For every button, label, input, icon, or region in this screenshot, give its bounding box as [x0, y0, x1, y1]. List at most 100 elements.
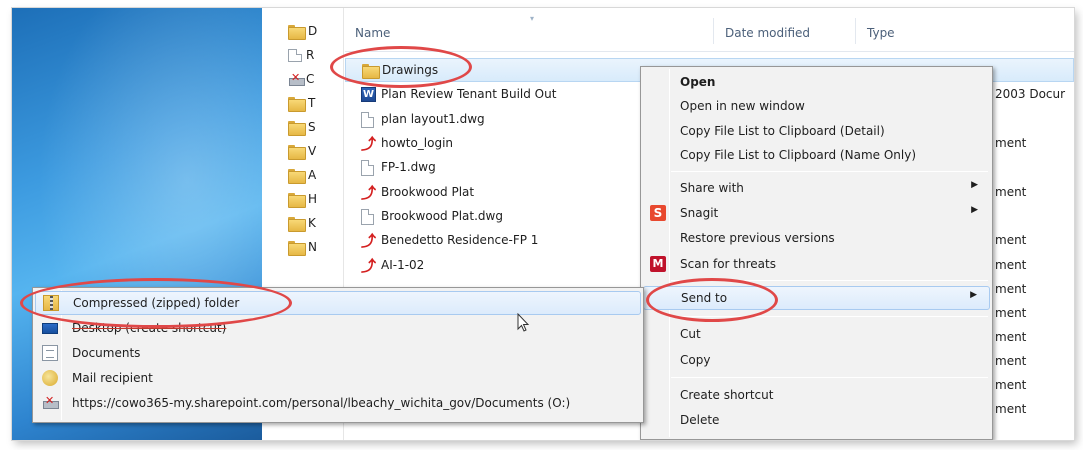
menu-item-label: Snagit	[680, 206, 719, 220]
file-name: Brookwood Plat	[381, 185, 475, 199]
menu-item-label: Restore previous versions	[680, 231, 835, 245]
file-name: FP-1.dwg	[381, 160, 436, 174]
folder-icon	[288, 144, 306, 160]
folder-icon	[288, 192, 306, 208]
column-header: Name Date modified Type ▾	[345, 8, 1074, 52]
folder-icon	[288, 168, 306, 184]
nav-item-h[interactable]: H	[288, 190, 317, 208]
menu-item-label: Desktop (create shortcut)	[72, 321, 227, 335]
menu-item-restore-previous[interactable]: Restore previous versions	[643, 227, 990, 249]
menu-item-copy-list-detail[interactable]: Copy File List to Clipboard (Detail)	[643, 120, 990, 142]
file-icon	[361, 160, 374, 176]
nav-item-v[interactable]: V	[288, 142, 316, 160]
nav-item-label: D	[308, 24, 318, 38]
menu-item-send-to[interactable]: Send to ▶	[643, 286, 990, 310]
file-type: ment	[995, 136, 1027, 150]
send-to-documents[interactable]: Documents	[35, 342, 641, 364]
menu-separator	[671, 171, 988, 172]
nav-item-label: A	[308, 168, 317, 182]
send-to-mail-recipient[interactable]: Mail recipient	[35, 367, 641, 389]
submenu-arrow-icon: ▶	[971, 205, 978, 215]
nav-item-label: T	[308, 96, 316, 110]
menu-item-copy[interactable]: Copy	[643, 349, 990, 371]
nav-item-label: N	[308, 240, 317, 254]
menu-item-label: Mail recipient	[72, 371, 153, 385]
column-type-header[interactable]: Type	[867, 26, 895, 40]
file-name: Drawings	[382, 63, 439, 77]
menu-item-label: Documents	[72, 346, 141, 360]
network-drive-icon	[288, 71, 305, 86]
sort-arrow-icon: ▾	[530, 14, 535, 23]
submenu-arrow-icon: ▶	[971, 180, 978, 190]
file-icon	[361, 209, 374, 225]
menu-item-share-with[interactable]: Share with ▶	[643, 177, 990, 199]
menu-item-scan-threats[interactable]: M Scan for threats	[643, 253, 990, 275]
nav-item-label: R	[306, 48, 315, 62]
menu-item-label: Share with	[680, 181, 744, 195]
nav-item-c[interactable]: C	[288, 70, 314, 88]
menu-item-label: Open	[680, 75, 716, 89]
mcafee-icon: M	[650, 256, 666, 272]
folder-icon	[288, 96, 306, 112]
column-date-modified-header[interactable]: Date modified	[725, 26, 810, 40]
menu-item-create-shortcut[interactable]: Create shortcut	[643, 384, 990, 406]
file-type: ment	[995, 330, 1027, 344]
snagit-icon: S	[650, 205, 666, 221]
file-type: 2003 Docur	[995, 87, 1066, 101]
menu-item-open[interactable]: Open	[643, 71, 990, 93]
send-to-compressed-folder[interactable]: Compressed (zipped) folder	[35, 291, 641, 315]
nav-item-label: H	[308, 192, 318, 206]
file-icon	[361, 112, 374, 128]
menu-item-label: Send to	[681, 291, 728, 305]
send-to-desktop[interactable]: Desktop (create shortcut)	[35, 317, 641, 339]
menu-item-delete[interactable]: Delete	[643, 409, 990, 431]
menu-item-snagit[interactable]: S Snagit ▶	[643, 202, 990, 224]
menu-item-label: Copy File List to Clipboard (Detail)	[680, 124, 885, 138]
zip-folder-icon	[43, 295, 59, 311]
word-document-icon: W	[361, 87, 376, 102]
folder-icon	[362, 64, 380, 79]
network-drive-icon	[42, 394, 59, 411]
menu-separator	[671, 377, 988, 378]
nav-item-label: C	[306, 72, 315, 86]
nav-item-label: V	[308, 144, 317, 158]
menu-item-copy-list-name[interactable]: Copy File List to Clipboard (Name Only)	[643, 144, 990, 166]
menu-item-open-new-window[interactable]: Open in new window	[643, 95, 990, 117]
recent-places-icon	[288, 48, 302, 62]
column-name-header[interactable]: Name	[355, 26, 390, 40]
pdf-icon	[361, 230, 376, 251]
file-type: ment	[995, 258, 1027, 272]
menu-item-label: Copy	[680, 353, 711, 367]
file-type: ment	[995, 402, 1027, 416]
menu-item-label: Open in new window	[680, 99, 805, 113]
nav-item-t[interactable]: T	[288, 94, 315, 112]
file-name: Brookwood Plat.dwg	[381, 209, 503, 223]
folder-icon	[288, 240, 306, 256]
menu-separator	[671, 280, 988, 281]
nav-item-a[interactable]: A	[288, 166, 316, 184]
desktop-icon	[42, 323, 58, 334]
file-type: ment	[995, 378, 1027, 392]
file-type: ment	[995, 306, 1027, 320]
nav-item-r[interactable]: R	[288, 46, 314, 64]
file-name: plan layout1.dwg	[381, 112, 485, 126]
menu-item-label: Scan for threats	[680, 257, 776, 271]
nav-item-k[interactable]: K	[288, 214, 316, 232]
menu-item-cut[interactable]: Cut	[643, 323, 990, 345]
file-type: ment	[995, 354, 1027, 368]
pdf-icon	[361, 133, 376, 154]
column-divider[interactable]	[855, 18, 856, 44]
send-to-submenu: Compressed (zipped) folder Desktop (crea…	[32, 287, 644, 423]
send-to-network-drive[interactable]: https://cowo365-my.sharepoint.com/person…	[35, 392, 641, 414]
column-divider[interactable]	[713, 18, 714, 44]
nav-item-s[interactable]: S	[288, 118, 316, 136]
submenu-arrow-icon: ▶	[970, 290, 977, 300]
context-menu: Open Open in new window Copy File List t…	[640, 66, 993, 440]
nav-item-n[interactable]: N	[288, 238, 317, 256]
menu-item-label: Compressed (zipped) folder	[73, 296, 240, 310]
menu-item-label: Create shortcut	[680, 388, 774, 402]
nav-item-d[interactable]: D	[288, 22, 317, 40]
menu-item-label: Cut	[680, 327, 701, 341]
file-type: ment	[995, 185, 1027, 199]
file-type: ment	[995, 282, 1027, 296]
